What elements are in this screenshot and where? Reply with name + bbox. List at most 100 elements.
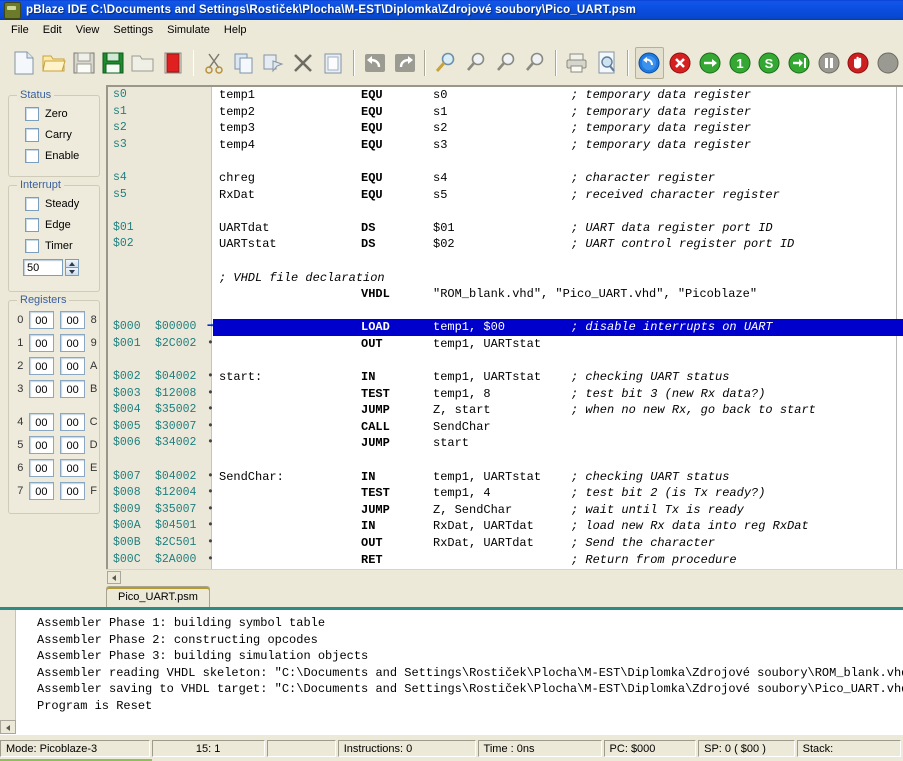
cut-icon[interactable] <box>200 48 228 78</box>
editor-code-area[interactable]: temp1 EQU s0 ; temporary data register temp… <box>213 87 903 573</box>
code-line[interactable]: VHDL "ROM_blank.vhd", "Pico_UART.vhd", "P… <box>213 286 903 303</box>
find-icon[interactable] <box>432 48 460 78</box>
code-line[interactable]: OUT RxDat, UARTdat ; Send the character <box>213 535 903 552</box>
reset-blue-icon[interactable] <box>634 46 665 79</box>
code-line[interactable]: RxDat EQU s5 ; received character register <box>213 187 903 204</box>
gutter-line[interactable]: $009 $35007 • <box>108 502 214 519</box>
interrupt-flag-edge[interactable]: Edge <box>9 214 99 235</box>
gutter-line[interactable]: s4 <box>108 170 211 187</box>
editor-lines[interactable]: temp1 EQU s0 ; temporary data register temp… <box>213 87 903 568</box>
open-folder-icon[interactable] <box>40 48 68 78</box>
register-row[interactable]: 2 00 00 A <box>9 354 99 377</box>
code-line[interactable]: temp1 EQU s0 ; temporary data register <box>213 87 903 104</box>
register-value-left[interactable]: 00 <box>28 310 54 329</box>
gutter-line[interactable]: $00C $2A000 • <box>108 552 214 569</box>
code-line[interactable]: start: IN temp1, UARTstat ; checking UART s… <box>213 369 903 386</box>
status-flag-zero[interactable]: Zero <box>9 103 99 124</box>
code-line[interactable]: temp3 EQU s2 ; temporary data register <box>213 120 903 137</box>
gutter-line[interactable] <box>108 153 211 170</box>
gutter-line[interactable]: $008 $12004 • <box>108 485 214 502</box>
code-line[interactable] <box>213 353 903 370</box>
register-value-right[interactable]: 00 <box>60 310 86 329</box>
gutter-line[interactable]: $003 $12008 • <box>108 386 214 403</box>
code-line[interactable] <box>213 253 903 270</box>
register-value-left[interactable]: 00 <box>28 356 54 375</box>
new-file-icon[interactable] <box>10 48 38 78</box>
interrupt-period-control[interactable]: 50 <box>9 259 99 276</box>
code-line[interactable] <box>213 452 903 469</box>
find-next-icon[interactable] <box>462 48 490 78</box>
gutter-line[interactable]: s0 <box>108 87 211 104</box>
close-folder-icon[interactable] <box>129 48 157 78</box>
gutter-line[interactable]: $00B $2C501 • <box>108 535 214 552</box>
code-line[interactable]: UARTstat DS $02 ; UART control register por… <box>213 236 903 253</box>
register-value-left[interactable]: 00 <box>28 333 54 352</box>
save-icon[interactable] <box>70 48 98 78</box>
gutter-line[interactable]: $01 <box>108 220 211 237</box>
gutter-line[interactable]: $001 $2C002 • <box>108 336 214 353</box>
steady-checkbox[interactable] <box>25 196 39 211</box>
code-line[interactable]: temp4 EQU s3 ; temporary data register <box>213 137 903 154</box>
gutter-line[interactable]: s2 <box>108 120 211 137</box>
interrupt-flag-timer[interactable]: Timer <box>9 235 99 256</box>
menu-item-simulate[interactable]: Simulate <box>160 22 217 38</box>
gutter-line[interactable] <box>108 203 211 220</box>
register-value-right[interactable]: 00 <box>60 379 86 398</box>
gutter-line[interactable]: $007 $04002 • <box>108 469 214 486</box>
code-line[interactable]: ; VHDL file declaration <box>213 270 903 287</box>
find-prev-icon[interactable] <box>492 48 520 78</box>
register-value-left[interactable]: 00 <box>28 412 54 431</box>
register-value-right[interactable]: 00 <box>60 458 86 477</box>
timer-checkbox[interactable] <box>25 238 39 253</box>
gutter-line[interactable] <box>108 452 211 469</box>
register-value-left[interactable]: 00 <box>28 458 54 477</box>
undo-icon[interactable] <box>361 48 389 78</box>
register-row[interactable]: 6 00 00 E <box>9 456 99 479</box>
search-icon[interactable] <box>522 48 550 78</box>
register-row[interactable]: 4 00 00 C <box>9 410 99 433</box>
gutter-line[interactable]: $000 $00000 ➡ <box>108 319 214 336</box>
register-value-right[interactable]: 00 <box>60 481 86 500</box>
editor-horizontal-scrollbar[interactable] <box>106 569 903 584</box>
paste-icon[interactable] <box>319 48 347 78</box>
gutter-line[interactable]: s3 <box>108 137 211 154</box>
code-line[interactable]: JUMP Z, start ; when no new Rx, go back to… <box>213 402 903 419</box>
stop-sim-icon[interactable] <box>666 48 694 78</box>
editor-gutter[interactable]: s0 s1 s2 s3 s4 s5 $01 $02 $000 $00000 ➡ $001 $2C0… <box>108 87 214 573</box>
register-row[interactable]: 0 00 00 8 <box>9 308 99 331</box>
code-line[interactable]: TEST temp1, 4 ; test bit 2 (is Tx ready?) <box>213 485 903 502</box>
status-flag-enable[interactable]: Enable <box>9 145 99 166</box>
gutter-line[interactable]: s5 <box>108 187 211 204</box>
gutter-line[interactable]: $02 <box>108 236 211 253</box>
code-line-current[interactable]: LOAD temp1, $00 ; disable interrupts on UA… <box>213 319 903 336</box>
more-icon[interactable] <box>874 48 902 78</box>
stop-red-icon[interactable] <box>159 48 187 78</box>
halt-icon[interactable] <box>845 48 873 78</box>
register-row[interactable]: 3 00 00 B <box>9 377 99 400</box>
code-line[interactable]: RET ; Return from procedure <box>213 552 903 569</box>
save-all-icon[interactable] <box>99 48 127 78</box>
menu-item-file[interactable]: File <box>4 22 36 38</box>
edge-checkbox[interactable] <box>25 217 39 232</box>
register-row[interactable]: 7 00 00 F <box>9 479 99 502</box>
gutter-line[interactable]: $006 $34002 • <box>108 435 214 452</box>
tab-pico-uart-psm[interactable]: Pico_UART.psm <box>106 586 210 608</box>
code-editor[interactable]: s0 s1 s2 s3 s4 s5 $01 $02 $000 $00000 ➡ $001 $2C0… <box>106 85 903 573</box>
menu-item-help[interactable]: Help <box>217 22 254 38</box>
code-line[interactable]: JUMP start <box>213 435 903 452</box>
interrupt-period-input[interactable]: 50 <box>23 259 63 276</box>
gutter-line[interactable]: $002 $04002 • <box>108 369 214 386</box>
gutter-line[interactable]: $005 $30007 • <box>108 419 214 436</box>
code-line[interactable]: JUMP Z, SendChar ; wait until Tx is ready <box>213 502 903 519</box>
redo-icon[interactable] <box>391 48 419 78</box>
gutter-line[interactable]: $00A $04501 • <box>108 518 214 535</box>
status-flag-carry[interactable]: Carry <box>9 124 99 145</box>
print-preview-icon[interactable] <box>593 48 621 78</box>
code-line[interactable]: CALL SendChar <box>213 419 903 436</box>
gutter-line[interactable] <box>108 253 211 270</box>
gutter-line[interactable] <box>108 303 211 320</box>
code-line[interactable]: OUT temp1, UARTstat <box>213 336 903 353</box>
scroll-left-icon[interactable] <box>107 571 121 584</box>
register-value-right[interactable]: 00 <box>60 412 86 431</box>
menu-item-view[interactable]: View <box>69 22 107 38</box>
